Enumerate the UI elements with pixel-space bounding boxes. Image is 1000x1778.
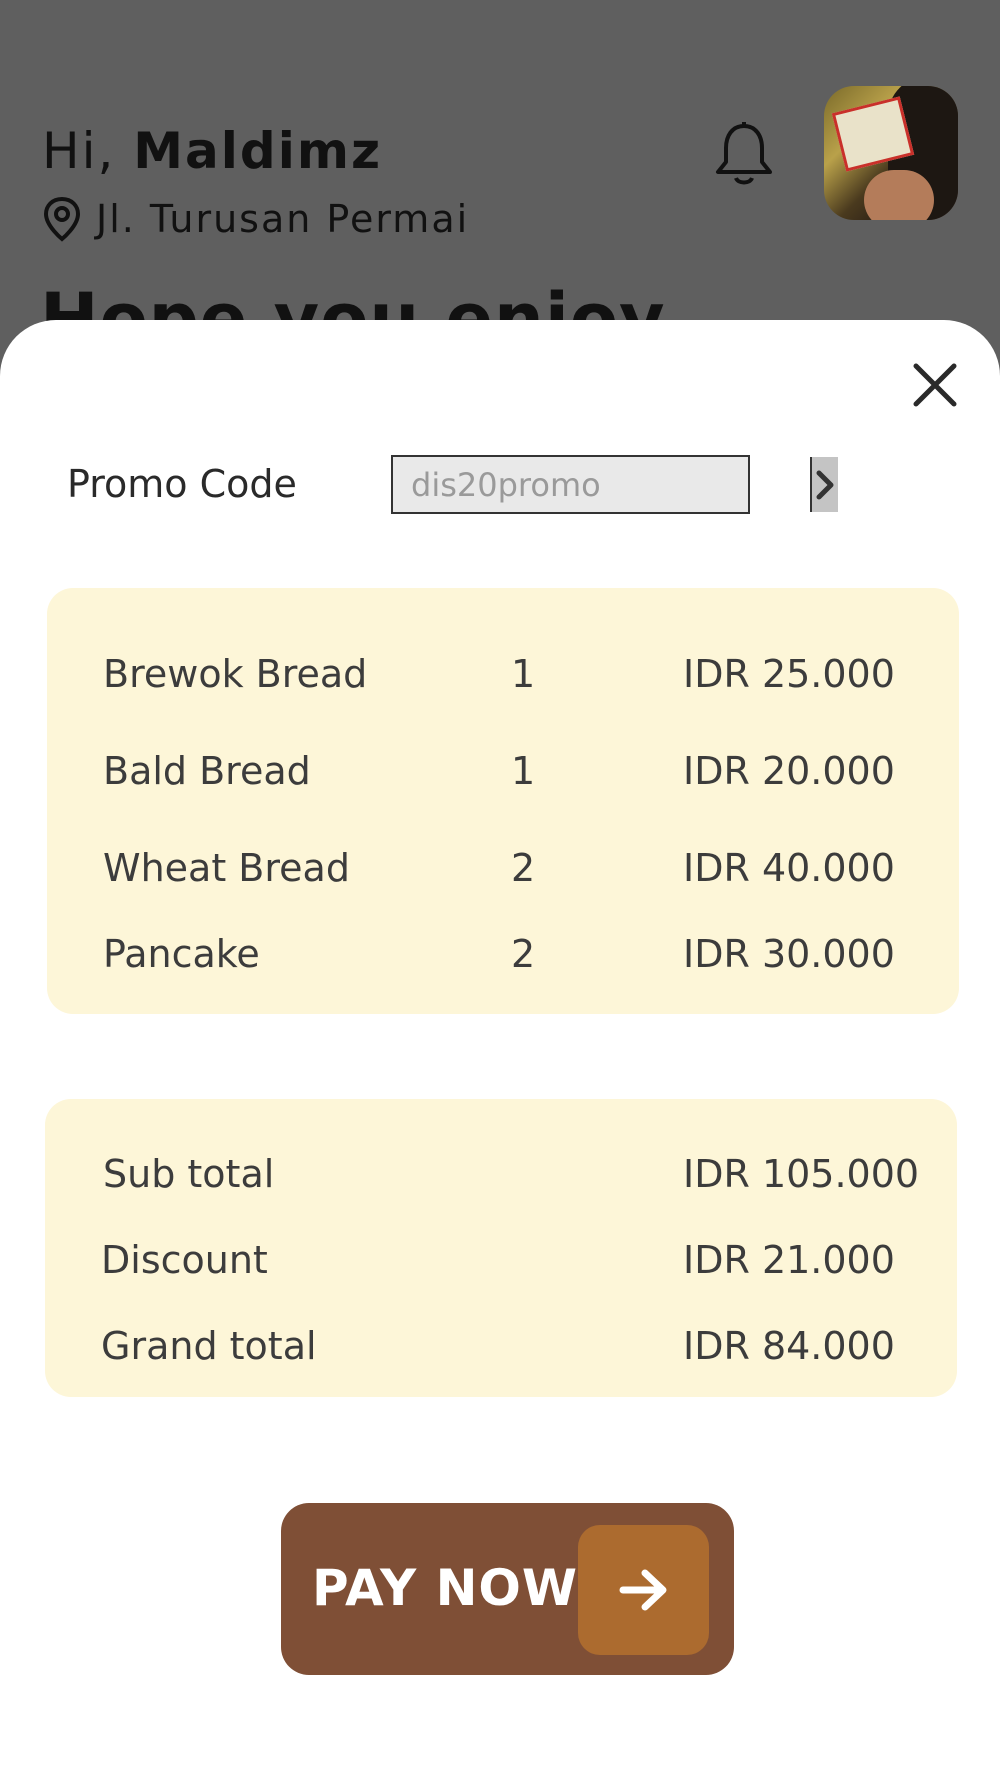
- item-name: Pancake: [103, 932, 260, 976]
- avatar[interactable]: [824, 86, 958, 220]
- discount-label: Discount: [101, 1238, 268, 1282]
- item-name: Wheat Bread: [103, 846, 350, 890]
- location-text: Jl. Turusan Permai: [96, 197, 470, 241]
- subtotal-row: Sub total IDR 105.000: [45, 1152, 957, 1202]
- order-items-panel: Brewok Bread 1 IDR 25.000 Bald Bread 1 I…: [47, 588, 959, 1014]
- background-home-header: Hi, Maldimz Jl. Turusan Permai Hope you …: [0, 0, 1000, 360]
- pay-now-label: PAY NOW: [312, 1559, 579, 1617]
- bell-icon[interactable]: [712, 120, 776, 190]
- order-item-row: Bald Bread 1 IDR 20.000: [47, 749, 959, 799]
- promo-apply-button[interactable]: [810, 457, 838, 512]
- subtotal-value: IDR 105.000: [683, 1152, 920, 1196]
- close-icon[interactable]: [910, 360, 960, 410]
- grand-total-label: Grand total: [101, 1324, 317, 1368]
- item-qty: 2: [511, 846, 536, 890]
- item-price: IDR 25.000: [683, 652, 895, 696]
- location: Jl. Turusan Permai: [42, 196, 469, 242]
- greeting-prefix: Hi,: [42, 122, 116, 180]
- item-name: Bald Bread: [103, 749, 311, 793]
- order-item-row: Pancake 2 IDR 30.000: [47, 932, 959, 982]
- order-totals-panel: Sub total IDR 105.000 Discount IDR 21.00…: [45, 1099, 957, 1397]
- discount-row: Discount IDR 21.000: [45, 1238, 957, 1288]
- subtotal-label: Sub total: [103, 1152, 275, 1196]
- item-qty: 1: [511, 652, 536, 696]
- item-price: IDR 30.000: [683, 932, 895, 976]
- order-item-row: Wheat Bread 2 IDR 40.000: [47, 846, 959, 896]
- pay-now-button[interactable]: PAY NOW: [281, 1503, 734, 1675]
- grand-total-row: Grand total IDR 84.000: [45, 1324, 957, 1374]
- arrow-right-icon: [619, 1569, 666, 1611]
- item-price: IDR 20.000: [683, 749, 895, 793]
- checkout-sheet: Promo Code Brewok Bread 1 IDR 25.000 Bal…: [0, 320, 1000, 1778]
- user-name: Maldimz: [133, 122, 383, 180]
- location-pin-icon: [43, 196, 81, 242]
- item-qty: 1: [511, 749, 536, 793]
- promo-code-input[interactable]: [393, 457, 810, 512]
- greeting: Hi, Maldimz: [42, 122, 382, 180]
- promo-code-field: [391, 455, 838, 514]
- order-item-row: Brewok Bread 1 IDR 25.000: [47, 652, 959, 702]
- grand-total-value: IDR 84.000: [683, 1324, 895, 1368]
- discount-value: IDR 21.000: [683, 1238, 895, 1282]
- item-name: Brewok Bread: [103, 652, 368, 696]
- promo-code-label: Promo Code: [67, 462, 297, 506]
- item-price: IDR 40.000: [683, 846, 895, 890]
- item-qty: 2: [511, 932, 536, 976]
- pay-arrow-box: [578, 1525, 709, 1655]
- chevron-right-icon: [816, 470, 834, 499]
